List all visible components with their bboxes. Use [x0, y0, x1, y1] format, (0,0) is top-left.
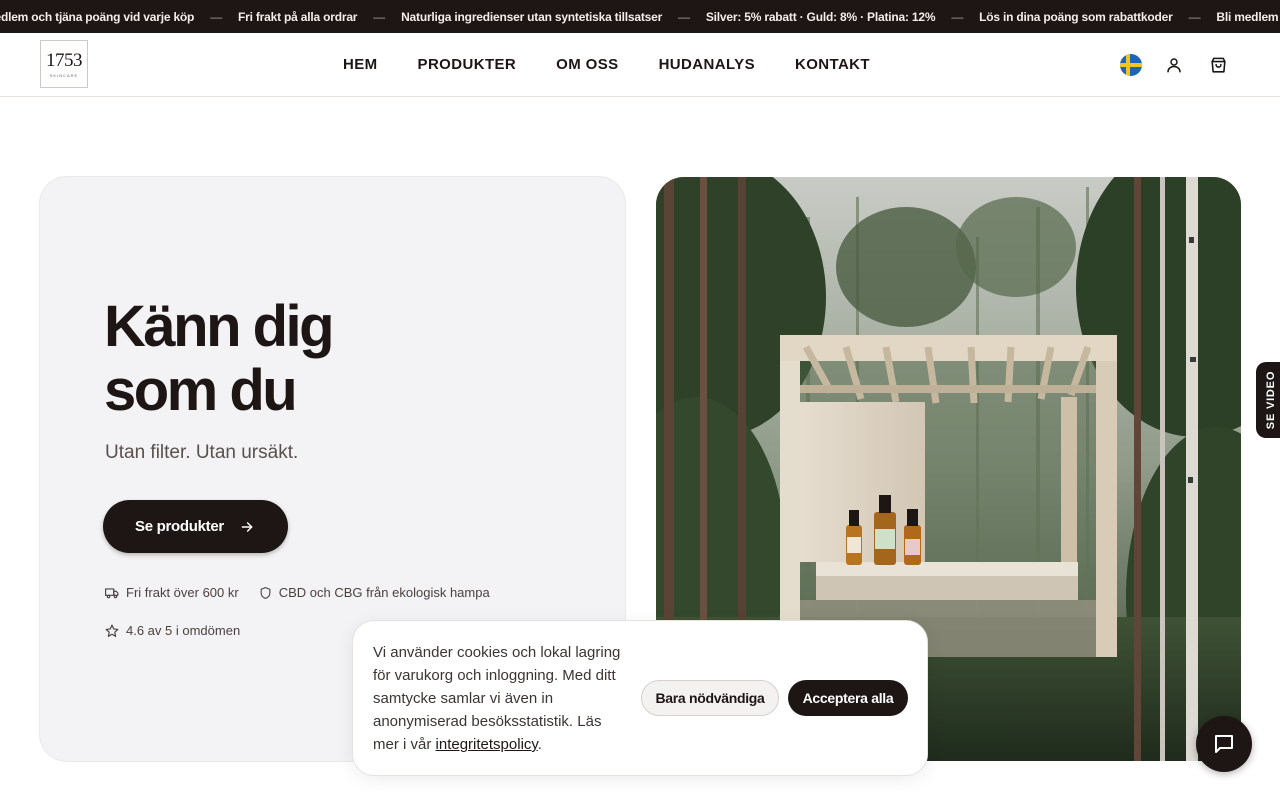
ticker-item: Naturliga ingredienser utan syntetiska t…	[401, 9, 663, 24]
nav-item-hem[interactable]: HEM	[343, 56, 378, 73]
hero-subtitle: Utan filter. Utan ursäkt.	[105, 442, 299, 463]
logo-number: 1753	[46, 49, 83, 71]
cookie-text: Vi använder cookies och lokal lagring fö…	[373, 641, 625, 756]
ticker-separator: —	[373, 9, 386, 24]
user-icon[interactable]	[1162, 53, 1186, 77]
main-nav: HEM PRODUKTER OM OSS HUDANALYS KONTAKT	[343, 33, 910, 96]
cta-label: Se produkter	[135, 518, 224, 535]
nav-item-produkter[interactable]: PRODUKTER	[418, 56, 517, 73]
shield-icon	[260, 586, 271, 599]
sweden-flag-icon[interactable]	[1120, 54, 1142, 76]
rating-text: 4.6 av 5 i omdömen	[126, 623, 241, 638]
nav-item-kontakt[interactable]: KONTAKT	[795, 56, 870, 73]
usp-shipping: Fri frakt över 600 kr	[105, 585, 239, 600]
logo-subtext: SKINCARE	[49, 72, 79, 78]
privacy-policy-link[interactable]: integritetspolicy	[436, 736, 538, 753]
hero-title: Känn dig som du	[104, 294, 335, 423]
see-products-button[interactable]: Se produkter	[103, 500, 288, 553]
accept-all-button[interactable]: Acceptera alla	[788, 680, 908, 716]
ticker-separator: —	[678, 9, 690, 24]
nav-item-hudanalys[interactable]: HUDANALYS	[659, 56, 755, 73]
site-header: 1753 SKINCARE HEM PRODUKTER OM OSS HUDAN…	[0, 33, 1280, 97]
cookie-text-end: .	[537, 736, 542, 753]
ticker-item: Silver: 5% rabatt · Guld: 8% · Platina: …	[705, 9, 936, 24]
ticker-track: medlem och tjäna poäng vid varje köp — F…	[0, 0, 1280, 33]
header-actions	[1120, 53, 1230, 77]
truck-icon	[105, 587, 119, 598]
ticker-item: Lös in dina poäng som rabattkoder	[979, 9, 1173, 24]
ticker-item: medlem och tjäna poäng vid varje köp	[0, 9, 195, 24]
usp-shipping-text: Fri frakt över 600 kr	[126, 585, 239, 600]
announcement-ticker: medlem och tjäna poäng vid varje köp — F…	[0, 0, 1280, 33]
arrow-right-icon	[240, 520, 254, 534]
ticker-separator: —	[210, 9, 223, 24]
only-necessary-button[interactable]: Bara nödvändiga	[641, 680, 779, 716]
star-icon	[105, 624, 119, 637]
cookie-banner: Vi använder cookies och lokal lagring fö…	[352, 620, 928, 776]
see-video-tab[interactable]: SE VIDEO	[1256, 362, 1280, 438]
usp-row: Fri frakt över 600 kr CBD och CBG från e…	[105, 585, 510, 600]
brand-logo[interactable]: 1753 SKINCARE	[40, 40, 88, 88]
ticker-separator: —	[1188, 9, 1201, 24]
ticker-item: Bli medlem och tjä	[1216, 9, 1280, 24]
shopping-bag-icon[interactable]	[1206, 53, 1230, 77]
hero-title-line-1: Känn dig	[104, 294, 335, 359]
usp-hemp-text: CBD och CBG från ekologisk hampa	[278, 585, 490, 600]
ticker-separator: —	[951, 9, 964, 24]
usp-hemp: CBD och CBG från ekologisk hampa	[259, 585, 490, 600]
chat-button[interactable]	[1196, 716, 1252, 772]
hero-title-line-2: som du	[104, 358, 298, 423]
chat-icon	[1215, 735, 1233, 753]
see-video-label: SE VIDEO	[1265, 370, 1277, 430]
rating-summary: 4.6 av 5 i omdömen	[105, 623, 240, 638]
nav-item-om-oss[interactable]: OM OSS	[556, 56, 618, 73]
ticker-item: Fri frakt på alla ordrar	[238, 9, 358, 24]
